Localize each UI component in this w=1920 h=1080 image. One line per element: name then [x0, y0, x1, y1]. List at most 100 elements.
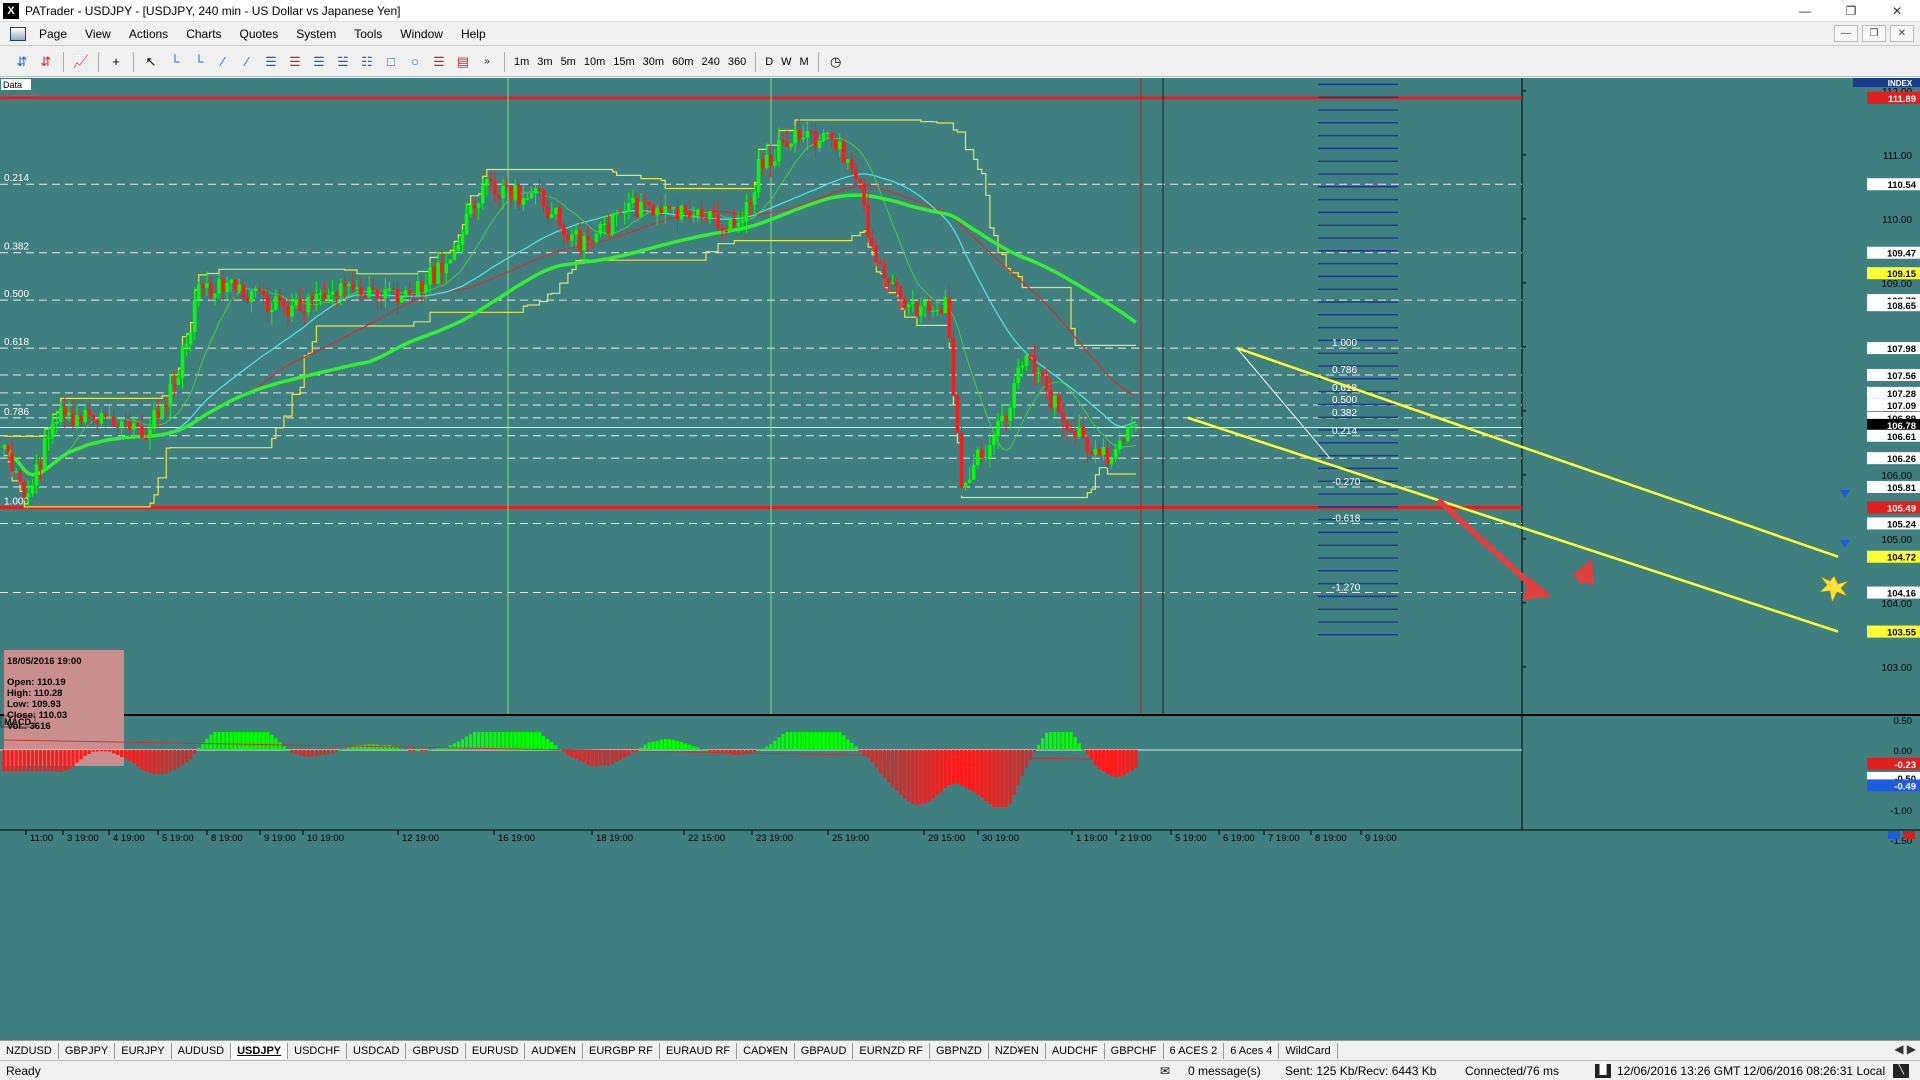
macd-bar — [915, 750, 919, 806]
timeframe-10m[interactable]: 10m — [581, 52, 608, 72]
clock-icon[interactable]: ◷ — [826, 52, 846, 72]
tab-eurnzd-rf[interactable]: EURNZD RF — [853, 1042, 930, 1059]
status-ready: Ready — [6, 1064, 41, 1078]
candle-body — [1036, 372, 1041, 374]
menu-window[interactable]: Window — [391, 27, 452, 41]
macd-bar — [542, 736, 546, 750]
menu-tools[interactable]: Tools — [345, 27, 391, 41]
chart-menu-icon[interactable] — [10, 26, 26, 41]
trend-line-icon[interactable]: ∕ — [213, 52, 233, 72]
tab-6-aces-4[interactable]: 6 Aces 4 — [1224, 1042, 1280, 1059]
mdi-restore-button[interactable]: ❐ — [1862, 25, 1886, 42]
chart-type-icon[interactable]: 📈 — [71, 52, 91, 72]
pointer-icon[interactable]: ↖ — [141, 52, 161, 72]
candle-body — [846, 159, 850, 163]
vertical-line-icon[interactable]: └ — [189, 52, 209, 72]
fib-fan-icon[interactable]: ☱ — [333, 52, 353, 72]
candle-body — [744, 202, 749, 222]
tab-cadyen[interactable]: CAD¥EN — [737, 1042, 795, 1059]
macd-bar — [351, 746, 355, 750]
tab-audchf[interactable]: AUDCHF — [1046, 1042, 1105, 1059]
horizontal-line-icon[interactable]: └ — [165, 52, 185, 72]
macd-bar — [643, 744, 647, 750]
candle-body — [683, 205, 688, 212]
candle-body — [1012, 383, 1017, 408]
macd-bar — [550, 741, 554, 750]
candle-body — [54, 421, 59, 424]
candle-body — [50, 423, 55, 438]
tab-audyen[interactable]: AUD¥EN — [525, 1042, 583, 1059]
menu-page[interactable]: Page — [30, 27, 76, 41]
candle-body — [647, 202, 651, 206]
tab-usdjpy[interactable]: USDJPY — [231, 1042, 289, 1059]
menu-actions[interactable]: Actions — [120, 27, 177, 41]
timeframe-30m[interactable]: 30m — [640, 52, 667, 72]
fib-time-icon[interactable]: ☰ — [309, 52, 329, 72]
bars-icon[interactable]: ▤ — [453, 52, 473, 72]
fibonacci-icon[interactable]: ☰ — [261, 52, 281, 72]
price-chart[interactable]: DataLockedINDEX0.2140.3820.5000.6180.786… — [0, 78, 1920, 1040]
candle-body — [233, 279, 238, 291]
sell-arrow-icon[interactable]: ⇵ — [36, 52, 56, 72]
minimize-button[interactable]: — — [1782, 0, 1828, 22]
tab-usdcad[interactable]: USDCAD — [347, 1042, 407, 1059]
tab-audusd[interactable]: AUDUSD — [172, 1042, 232, 1059]
restore-button[interactable]: ❐ — [1828, 0, 1874, 22]
macd-bar — [830, 732, 834, 750]
mdi-close-button[interactable]: ✕ — [1890, 25, 1914, 42]
tab-wildcard[interactable]: WildCard — [1279, 1042, 1338, 1059]
timeframe-60m[interactable]: 60m — [669, 52, 696, 72]
more-tools-icon[interactable]: » — [477, 52, 497, 72]
tab-gbpnzd[interactable]: GBPNZD — [930, 1042, 989, 1059]
tab-euraud-rf[interactable]: EURAUD RF — [660, 1042, 738, 1059]
macd-bar — [675, 740, 680, 750]
text-tool-icon[interactable]: ☰ — [429, 52, 449, 72]
rectangle-icon[interactable]: □ — [381, 52, 401, 72]
menu-quotes[interactable]: Quotes — [231, 27, 288, 41]
timeframe-1m[interactable]: 1m — [511, 52, 532, 72]
macd-bar — [468, 734, 473, 750]
buy-arrow-icon[interactable]: ⇵ — [12, 52, 32, 72]
channel-icon[interactable]: ∕ — [237, 52, 257, 72]
mail-icon[interactable]: ✉ — [1160, 1064, 1170, 1078]
macd-bar — [253, 732, 258, 750]
menu-view[interactable]: View — [76, 27, 120, 41]
menu-help[interactable]: Help — [452, 27, 495, 41]
tab-eurusd[interactable]: EURUSD — [466, 1042, 526, 1059]
tab-gbpchf[interactable]: GBPCHF — [1105, 1042, 1164, 1059]
macd-bar — [740, 750, 744, 755]
timeframe-3m[interactable]: 3m — [534, 52, 555, 72]
timeframe-360[interactable]: 360 — [725, 52, 749, 72]
macd-bar — [513, 732, 517, 750]
menu-system[interactable]: System — [287, 27, 345, 41]
tab-6-aces-2[interactable]: 6 ACES 2 — [1164, 1042, 1225, 1059]
ellipse-icon[interactable]: ○ — [405, 52, 425, 72]
tab-eurjpy[interactable]: EURJPY — [115, 1042, 172, 1059]
fib-extension-icon[interactable]: ☰ — [285, 52, 305, 72]
tab-nzdusd[interactable]: NZDUSD — [0, 1042, 59, 1059]
macd-bar — [1061, 732, 1065, 750]
period-weekly[interactable]: W — [778, 52, 794, 72]
gann-icon[interactable]: ☷ — [357, 52, 377, 72]
right-fib-label-8: -1.270 — [1332, 583, 1361, 594]
macd-bar — [160, 750, 164, 775]
tab-nzdyen[interactable]: NZD¥EN — [989, 1042, 1046, 1059]
timeframe-5m[interactable]: 5m — [558, 52, 579, 72]
candle-body — [1093, 448, 1098, 455]
crosshair-icon[interactable]: + — [106, 52, 126, 72]
mdi-minimize-button[interactable]: — — [1834, 25, 1858, 42]
tab-eurgbp-rf[interactable]: EURGBP RF — [583, 1042, 660, 1059]
period-daily[interactable]: D — [762, 52, 776, 72]
timeframe-240[interactable]: 240 — [698, 52, 722, 72]
tab-scroll-arrows[interactable]: ◀ ▶ — [1894, 1042, 1916, 1056]
macd-bar — [477, 732, 481, 750]
tab-gbpaud[interactable]: GBPAUD — [795, 1042, 854, 1059]
menu-charts[interactable]: Charts — [177, 27, 230, 41]
tab-gbpusd[interactable]: GBPUSD — [406, 1042, 466, 1059]
period-monthly[interactable]: M — [797, 52, 812, 72]
tab-usdchf[interactable]: USDCHF — [288, 1042, 347, 1059]
timeframe-15m[interactable]: 15m — [610, 52, 637, 72]
tab-gbpjpy[interactable]: GBPJPY — [59, 1042, 116, 1059]
close-button[interactable]: ✕ — [1874, 0, 1920, 22]
window-title: PATrader - USDJPY - [USDJPY, 240 min - U… — [25, 3, 401, 18]
